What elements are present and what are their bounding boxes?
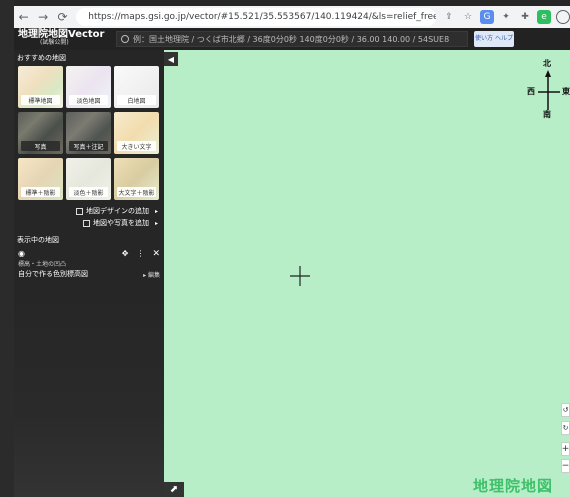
help-button[interactable]: 使い方 ヘルプ xyxy=(474,31,514,47)
chevron-right-icon: ▸ xyxy=(154,219,158,227)
eye-icon[interactable]: ◉ xyxy=(18,249,25,258)
search-input[interactable]: 例：国土地理院 / つくば市北郷 / 36度0分0秒 140度0分0秒 / 36… xyxy=(116,31,468,47)
compass-west: 西 xyxy=(527,87,535,96)
puzzle-icon[interactable]: ✚ xyxy=(518,10,532,24)
address-bar[interactable]: https://maps.gsi.go.jp/vector/#15.521/35… xyxy=(76,8,436,26)
add-design-link[interactable]: 地図デザインの追加 ▸ xyxy=(14,205,164,217)
chevron-right-icon: ▸ xyxy=(154,207,158,215)
zoom-out-button[interactable]: − xyxy=(561,459,570,473)
collapse-sidebar-button[interactable]: ◀ xyxy=(164,52,178,66)
more-vertical-icon[interactable]: ⋮ xyxy=(136,249,144,259)
app-subtitle: (試験公開) xyxy=(40,39,69,46)
layer-card: ◉ ✥ ⋮ ✕ 標高・土地の凹凸 自分で作る色別標高図 ▸ 編集 xyxy=(14,248,164,280)
center-crosshair xyxy=(290,266,310,286)
shown-maps-title: 表示中の地図 xyxy=(17,236,59,244)
add-photo-link[interactable]: 地図や写真を追加 ▸ xyxy=(14,217,164,229)
app-logo[interactable]: 地理院地図Vector (試験公開) xyxy=(14,28,114,50)
rotate-button[interactable]: ↺ xyxy=(561,403,570,417)
document-icon xyxy=(75,207,83,215)
recommended-title: おすすめの地図 xyxy=(17,54,66,62)
layer-item[interactable]: 自分で作る色別標高図 ▸ 編集 xyxy=(14,268,164,280)
tilt-button[interactable]: ↻ xyxy=(561,421,570,435)
map-canvas[interactable] xyxy=(164,50,570,497)
layer-category: 標高・土地の凹凸 xyxy=(18,261,67,268)
browser-extensions: ⇪ ☆ G ✦ ✚ e xyxy=(442,10,570,24)
tile-label: 標準＋陰影 xyxy=(21,187,60,197)
tile-label: 淡色＋陰影 xyxy=(69,187,108,197)
tile-photo-annotated[interactable]: 写真＋注記 xyxy=(66,112,111,154)
tile-label: 大文字＋陰影 xyxy=(117,187,156,197)
arrow-left-icon[interactable]: ← xyxy=(14,7,33,27)
compass-south: 南 xyxy=(543,110,551,119)
tile-label: 写真＋注記 xyxy=(69,141,108,151)
add-design-label: 地図デザインの追加 xyxy=(85,207,149,215)
close-icon[interactable]: ✕ xyxy=(152,249,160,259)
tile-large-text[interactable]: 大きい文字 xyxy=(114,112,159,154)
tile-blank[interactable]: 白地図 xyxy=(114,66,159,108)
arrow-right-icon[interactable]: → xyxy=(33,7,52,27)
search-icon xyxy=(121,35,129,43)
add-photo-label: 地図や写真を追加 xyxy=(92,219,149,227)
layer-name: 自分で作る色別標高図 xyxy=(18,270,88,278)
map-tiles: 標準地図 淡色地図 白地図 写真 写真＋注記 大きい文字 標準＋陰影 淡色＋陰影… xyxy=(14,66,164,200)
tile-pale[interactable]: 淡色地図 xyxy=(66,66,111,108)
browser-toolbar: ← → ⟳ https://maps.gsi.go.jp/vector/#15.… xyxy=(14,6,570,28)
profile-icon[interactable] xyxy=(555,10,570,24)
tile-standard[interactable]: 標準地図 xyxy=(18,66,63,108)
tile-pale-relief[interactable]: 淡色＋陰影 xyxy=(66,158,111,200)
expand-icon: ⬈ xyxy=(169,484,179,495)
edit-label: 編集 xyxy=(147,271,160,279)
settings-icon[interactable]: ✥ xyxy=(122,249,129,259)
star-icon[interactable]: ☆ xyxy=(461,10,475,24)
tile-standard-relief[interactable]: 標準＋陰影 xyxy=(18,158,63,200)
layer-controls: ◉ ✥ ⋮ ✕ xyxy=(14,248,164,259)
tile-label: 写真 xyxy=(21,141,60,151)
left-edge xyxy=(0,0,14,497)
tile-label: 大きい文字 xyxy=(117,141,156,151)
chevron-left-icon: ◀ xyxy=(167,54,175,64)
sidebar-background xyxy=(14,286,164,497)
screen: ← → ⟳ https://maps.gsi.go.jp/vector/#15.… xyxy=(0,0,570,497)
tile-photo[interactable]: 写真 xyxy=(18,112,63,154)
app-header: 地理院地図Vector (試験公開) 例：国土地理院 / つくば市北郷 / 36… xyxy=(14,28,570,50)
compass-north: 北 xyxy=(543,59,551,68)
compass-east: 東 xyxy=(562,87,570,96)
tile-label: 標準地図 xyxy=(21,95,60,105)
gsi-watermark: 地理院地図 xyxy=(473,477,554,495)
url-text: https://maps.gsi.go.jp/vector/#15.521/35… xyxy=(88,12,436,22)
compass: 北 南 西 東 xyxy=(526,58,570,120)
evernote-icon[interactable]: e xyxy=(536,10,551,24)
tile-label: 淡色地図 xyxy=(69,95,108,105)
image-icon xyxy=(82,219,90,227)
expand-button[interactable]: ⬈ xyxy=(164,482,184,497)
sidebar: おすすめの地図 標準地図 淡色地図 白地図 写真 写真＋注記 大きい文字 標準＋… xyxy=(14,50,164,497)
translate-icon[interactable]: G xyxy=(479,10,494,24)
search-placeholder: 例：国土地理院 / つくば市北郷 / 36度0分0秒 140度0分0秒 / 36… xyxy=(133,34,450,44)
zoom-in-button[interactable]: + xyxy=(561,442,570,456)
layer-edit-button[interactable]: ▸ 編集 xyxy=(143,270,160,279)
reload-icon[interactable]: ⟳ xyxy=(53,7,72,27)
tile-large-text-relief[interactable]: 大文字＋陰影 xyxy=(114,158,159,200)
extension-icon[interactable]: ✦ xyxy=(499,10,513,24)
tilt-icon: ↻ xyxy=(562,424,569,432)
rotate-icon: ↺ xyxy=(562,406,569,414)
share-icon[interactable]: ⇪ xyxy=(442,10,456,24)
tile-label: 白地図 xyxy=(117,95,156,105)
